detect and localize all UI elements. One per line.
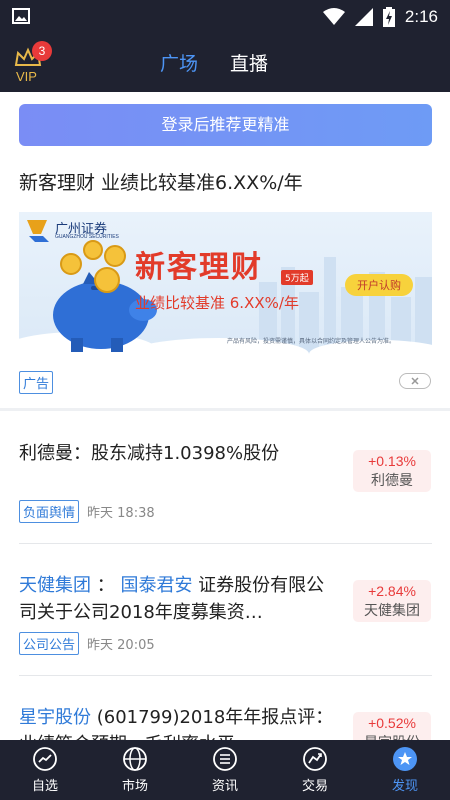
news-title-stock-1[interactable]: 天健集团: [19, 575, 91, 596]
news-item[interactable]: 天健集团 ： 国泰君安 证券股份有限公司关于公司2018年度募集资… 公司公告 …: [0, 572, 450, 682]
nav-label: 自选: [31, 779, 58, 794]
news-title[interactable]: 天健集团 ： 国泰君安 证券股份有限公司关于公司2018年度募集资…: [19, 572, 339, 626]
stock-chip[interactable]: +0.13% 利德曼: [353, 450, 431, 492]
ad-brand-sub: GUANGZHOU SECURITIES: [55, 234, 119, 240]
stock-change: +0.52%: [368, 715, 416, 731]
screen: 2:16 VIP 3 广场 直播 登录后推荐更精准 新客理财 业绩比较基准6.X…: [0, 0, 450, 800]
tab-square[interactable]: 广场: [160, 49, 198, 76]
close-icon: [411, 377, 419, 385]
news-time: 昨天 20:05: [87, 638, 155, 653]
nav-label: 资讯: [211, 779, 238, 794]
top-header: VIP 3 广场 直播: [0, 33, 450, 92]
news-title-stock-2[interactable]: 国泰君安: [120, 575, 192, 596]
nav-label: 交易: [301, 779, 328, 794]
news-tag: 公司公告: [19, 632, 80, 655]
stock-change: +2.84%: [368, 583, 416, 599]
status-bar: 2:16: [0, 0, 450, 33]
nav-label: 市场: [121, 779, 148, 794]
nav-optional[interactable]: 自选: [0, 740, 90, 800]
news-divider: [19, 543, 432, 544]
stock-name: 天健集团: [364, 603, 420, 619]
news-tag: 负面舆情: [19, 500, 80, 523]
login-recommend-button[interactable]: 登录后推荐更精准: [19, 104, 432, 146]
nav-news[interactable]: 资讯: [180, 740, 270, 800]
ad-cta-button: 开户认购: [345, 274, 413, 296]
section-divider: [0, 408, 450, 411]
ad-benchmark: 业绩比较基准 6.XX%/年: [135, 294, 299, 312]
bottom-nav: 自选 市场 资讯 交易 发现: [0, 740, 450, 800]
news-title[interactable]: 利德曼：股东减持1.0398%股份: [19, 440, 339, 467]
ad-banner-image[interactable]: 广州证券 GUANGZHOU SECURITIES 新客理财 5万起 业绩比较基…: [19, 212, 432, 354]
ad-tag: 广告: [19, 371, 54, 394]
news-meta: 公司公告 昨天 20:05: [19, 632, 155, 655]
news-time: 昨天 18:38: [87, 506, 155, 521]
header-tabs: 广场 直播: [160, 33, 268, 92]
star-discover-icon: [393, 747, 417, 771]
ad-min-amount: 5万起: [281, 270, 313, 285]
news-title[interactable]: 星宇股份 (601799)2018年年报点评：业绩符合预期，毛利率水平: [19, 704, 339, 740]
ad-disclaimer: 产品有风险，投资需谨慎，具体以合同约定及管理人公告为准。: [227, 338, 396, 345]
news-meta: 负面舆情 昨天 18:38: [19, 500, 155, 523]
news-list-icon: [213, 747, 237, 771]
vip-button[interactable]: VIP 3: [10, 41, 58, 85]
news-item[interactable]: 星宇股份 (601799)2018年年报点评：业绩符合预期，毛利率水平 +0.5…: [0, 704, 450, 740]
news-item[interactable]: 利德曼：股东减持1.0398%股份 负面舆情 昨天 18:38 +0.13% 利…: [0, 440, 450, 560]
stock-chip[interactable]: +2.84% 天健集团: [353, 580, 431, 622]
nav-label: 发现: [391, 779, 418, 794]
trade-chart-icon: [303, 747, 327, 771]
stock-change: +0.13%: [368, 453, 416, 469]
vip-label: VIP: [16, 69, 37, 84]
stock-name: 利德曼: [371, 473, 413, 489]
optional-stocks-icon: [33, 747, 57, 771]
tab-live[interactable]: 直播: [230, 49, 268, 76]
news-title-sep: ：: [91, 575, 121, 596]
globe-icon: [123, 747, 147, 771]
gallery-icon: [12, 8, 30, 24]
signal-icon: [354, 7, 373, 26]
feed[interactable]: 登录后推荐更精准 新客理财 业绩比较基准6.XX%/年 广州证券 GUANGZH…: [0, 92, 450, 740]
vip-badge: 3: [32, 41, 52, 61]
news-divider: [19, 675, 432, 676]
ad-title[interactable]: 新客理财 业绩比较基准6.XX%/年: [19, 168, 303, 195]
news-title-stock-1[interactable]: 星宇股份: [19, 707, 91, 728]
stock-name: 星宇股份: [353, 732, 431, 740]
wifi-icon: [322, 7, 345, 25]
battery-charging-icon: [382, 6, 395, 27]
nav-trade[interactable]: 交易: [270, 740, 360, 800]
stock-chip[interactable]: +0.52% 星宇股份: [353, 712, 431, 740]
clock: 2:16: [404, 6, 438, 26]
nav-market[interactable]: 市场: [90, 740, 180, 800]
ad-headline: 新客理财: [135, 250, 263, 285]
ad-close-button[interactable]: [399, 373, 431, 389]
nav-discover[interactable]: 发现: [360, 740, 450, 800]
